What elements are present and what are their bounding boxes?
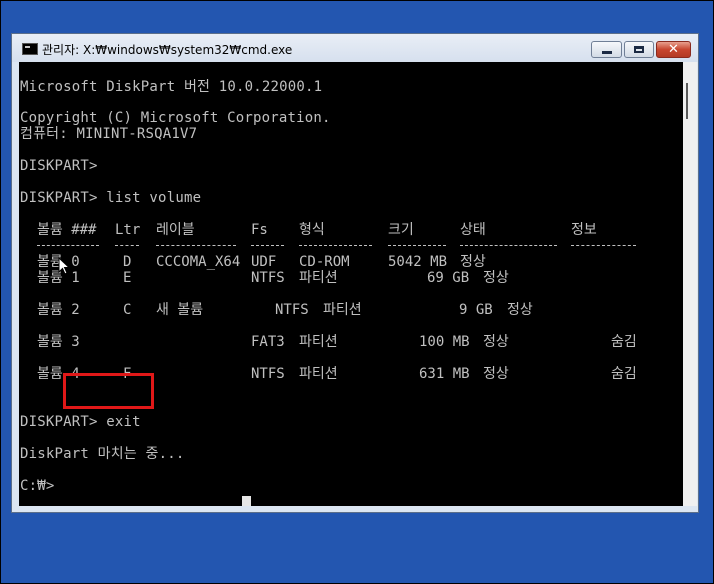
row-label: CCCOMA_X64 <box>156 254 241 270</box>
header-fs: Fs <box>251 222 268 238</box>
row-label: 새 볼륨 <box>156 302 204 318</box>
row-info: 숨김 <box>611 366 637 382</box>
exit-highlight-box <box>63 373 154 409</box>
console-output[interactable]: Microsoft DiskPart 버전 10.0.22000.1 Copyr… <box>19 62 683 506</box>
row-size: 9 GB <box>459 302 493 318</box>
row-status: 정상 <box>483 270 509 286</box>
text-cursor <box>242 496 251 506</box>
ending-line: DiskPart 마치는 중... <box>20 446 185 462</box>
row-fs: NTFS <box>275 302 309 318</box>
row-volume: 볼륨 3 <box>37 334 80 350</box>
row-status: 정상 <box>507 302 533 318</box>
row-volume: 볼륨 2 <box>37 302 80 318</box>
exit-command-line: DISKPART> exit <box>20 414 141 430</box>
close-button[interactable]: ✕ <box>656 41 691 58</box>
row-status: 정상 <box>460 254 486 270</box>
row-status: 정상 <box>483 366 509 382</box>
scroll-thumb[interactable] <box>686 83 688 119</box>
mouse-pointer-icon <box>58 257 70 275</box>
minimize-icon <box>601 51 612 54</box>
row-type: 파티션 <box>299 270 338 286</box>
vertical-scrollbar[interactable] <box>683 62 697 506</box>
row-fs: UDF <box>251 254 277 270</box>
header-volume: 볼륨 ### <box>37 222 97 238</box>
row-size: 69 GB <box>427 270 470 286</box>
row-type: 파티션 <box>299 366 338 382</box>
title-bar[interactable]: 관리자: X:₩windows₩system32₩cmd.exe ✕ <box>12 34 698 62</box>
final-prompt: C:₩> <box>20 478 55 494</box>
header-info: 정보 <box>571 222 597 238</box>
window-title: 관리자: X:₩windows₩system32₩cmd.exe <box>42 43 293 57</box>
row-type: 파티션 <box>299 334 338 350</box>
header-type: 형식 <box>299 222 325 238</box>
row-size: 5042 MB <box>388 254 448 270</box>
row-info: 숨김 <box>611 334 637 350</box>
header-label: 레이블 <box>156 222 195 238</box>
row-status: 정상 <box>483 334 509 350</box>
row-type: CD-ROM <box>299 254 350 270</box>
row-type: 파티션 <box>323 302 362 318</box>
maximize-button[interactable] <box>624 41 654 58</box>
minimize-button[interactable] <box>591 41 622 58</box>
header-size: 크기 <box>388 222 414 238</box>
cmd-icon <box>22 43 38 55</box>
row-fs: NTFS <box>251 366 285 382</box>
row-ltr: C <box>123 302 132 318</box>
volume-table: 볼륨 ### Ltr 레이블 Fs 형식 크기 상태 정보 볼륨 0 D CCC… <box>19 62 683 506</box>
row-size: 631 MB <box>419 366 470 382</box>
close-icon: ✕ <box>668 42 679 57</box>
cmd-window: 관리자: X:₩windows₩system32₩cmd.exe ✕ Micro… <box>11 33 699 513</box>
maximize-icon <box>634 46 644 53</box>
header-separator <box>19 245 683 247</box>
row-ltr: D <box>123 254 132 270</box>
row-fs: NTFS <box>251 270 285 286</box>
row-fs: FAT3 <box>251 334 285 350</box>
row-ltr: E <box>123 270 132 286</box>
header-ltr: Ltr <box>115 222 141 238</box>
row-size: 100 MB <box>419 334 470 350</box>
header-status: 상태 <box>460 222 486 238</box>
